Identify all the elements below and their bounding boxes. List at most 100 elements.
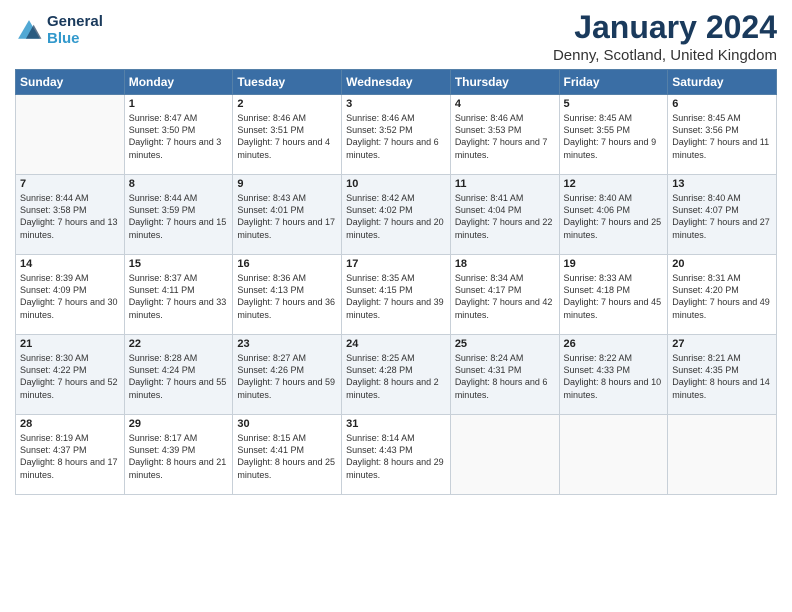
calendar-cell: 9 Sunrise: 8:43 AMSunset: 4:01 PMDayligh…: [233, 175, 342, 255]
week-row-2: 7 Sunrise: 8:44 AMSunset: 3:58 PMDayligh…: [16, 175, 777, 255]
cell-content: Sunrise: 8:15 AMSunset: 4:41 PMDaylight:…: [237, 432, 337, 481]
calendar-cell: 15 Sunrise: 8:37 AMSunset: 4:11 PMDaylig…: [124, 255, 233, 335]
header: General Blue January 2024 Denny, Scotlan…: [15, 10, 777, 64]
calendar-cell: 28 Sunrise: 8:19 AMSunset: 4:37 PMDaylig…: [16, 415, 125, 495]
day-number: 10: [346, 178, 446, 190]
cell-content: Sunrise: 8:35 AMSunset: 4:15 PMDaylight:…: [346, 272, 446, 321]
week-row-3: 14 Sunrise: 8:39 AMSunset: 4:09 PMDaylig…: [16, 255, 777, 335]
calendar-cell: [450, 415, 559, 495]
cell-content: Sunrise: 8:22 AMSunset: 4:33 PMDaylight:…: [564, 352, 664, 401]
cell-content: Sunrise: 8:36 AMSunset: 4:13 PMDaylight:…: [237, 272, 337, 321]
calendar-cell: 23 Sunrise: 8:27 AMSunset: 4:26 PMDaylig…: [233, 335, 342, 415]
day-number: 3: [346, 98, 446, 110]
page-container: General Blue January 2024 Denny, Scotlan…: [0, 0, 792, 505]
day-number: 26: [564, 338, 664, 350]
cell-content: Sunrise: 8:40 AMSunset: 4:06 PMDaylight:…: [564, 192, 664, 241]
day-number: 2: [237, 98, 337, 110]
cell-content: Sunrise: 8:47 AMSunset: 3:50 PMDaylight:…: [129, 112, 229, 161]
cell-content: Sunrise: 8:28 AMSunset: 4:24 PMDaylight:…: [129, 352, 229, 401]
day-number: 9: [237, 178, 337, 190]
cell-content: Sunrise: 8:17 AMSunset: 4:39 PMDaylight:…: [129, 432, 229, 481]
day-number: 13: [672, 178, 772, 190]
calendar-cell: 30 Sunrise: 8:15 AMSunset: 4:41 PMDaylig…: [233, 415, 342, 495]
cell-content: Sunrise: 8:21 AMSunset: 4:35 PMDaylight:…: [672, 352, 772, 401]
cell-content: Sunrise: 8:39 AMSunset: 4:09 PMDaylight:…: [20, 272, 120, 321]
day-header-saturday: Saturday: [668, 70, 777, 95]
calendar-cell: 31 Sunrise: 8:14 AMSunset: 4:43 PMDaylig…: [342, 415, 451, 495]
day-header-friday: Friday: [559, 70, 668, 95]
cell-content: Sunrise: 8:24 AMSunset: 4:31 PMDaylight:…: [455, 352, 555, 401]
day-number: 31: [346, 418, 446, 430]
day-number: 25: [455, 338, 555, 350]
cell-content: Sunrise: 8:25 AMSunset: 4:28 PMDaylight:…: [346, 352, 446, 401]
header-row: SundayMondayTuesdayWednesdayThursdayFrid…: [16, 70, 777, 95]
day-number: 20: [672, 258, 772, 270]
day-number: 29: [129, 418, 229, 430]
day-header-wednesday: Wednesday: [342, 70, 451, 95]
day-number: 28: [20, 418, 120, 430]
calendar-cell: 6 Sunrise: 8:45 AMSunset: 3:56 PMDayligh…: [668, 95, 777, 175]
cell-content: Sunrise: 8:44 AMSunset: 3:59 PMDaylight:…: [129, 192, 229, 241]
cell-content: Sunrise: 8:37 AMSunset: 4:11 PMDaylight:…: [129, 272, 229, 321]
day-header-thursday: Thursday: [450, 70, 559, 95]
calendar-cell: 21 Sunrise: 8:30 AMSunset: 4:22 PMDaylig…: [16, 335, 125, 415]
day-number: 17: [346, 258, 446, 270]
calendar-cell: 22 Sunrise: 8:28 AMSunset: 4:24 PMDaylig…: [124, 335, 233, 415]
cell-content: Sunrise: 8:46 AMSunset: 3:51 PMDaylight:…: [237, 112, 337, 161]
cell-content: Sunrise: 8:19 AMSunset: 4:37 PMDaylight:…: [20, 432, 120, 481]
calendar-cell: 13 Sunrise: 8:40 AMSunset: 4:07 PMDaylig…: [668, 175, 777, 255]
cell-content: Sunrise: 8:34 AMSunset: 4:17 PMDaylight:…: [455, 272, 555, 321]
logo: General Blue: [15, 14, 103, 47]
cell-content: Sunrise: 8:30 AMSunset: 4:22 PMDaylight:…: [20, 352, 120, 401]
day-number: 16: [237, 258, 337, 270]
cell-content: Sunrise: 8:46 AMSunset: 3:52 PMDaylight:…: [346, 112, 446, 161]
calendar-cell: 5 Sunrise: 8:45 AMSunset: 3:55 PMDayligh…: [559, 95, 668, 175]
day-number: 4: [455, 98, 555, 110]
day-number: 6: [672, 98, 772, 110]
day-number: 11: [455, 178, 555, 190]
calendar-table: SundayMondayTuesdayWednesdayThursdayFrid…: [15, 69, 777, 495]
cell-content: Sunrise: 8:42 AMSunset: 4:02 PMDaylight:…: [346, 192, 446, 241]
cell-content: Sunrise: 8:31 AMSunset: 4:20 PMDaylight:…: [672, 272, 772, 321]
calendar-cell: 20 Sunrise: 8:31 AMSunset: 4:20 PMDaylig…: [668, 255, 777, 335]
logo-text: General Blue: [47, 14, 103, 47]
logo-general: General: [47, 13, 103, 30]
calendar-cell: 27 Sunrise: 8:21 AMSunset: 4:35 PMDaylig…: [668, 335, 777, 415]
day-number: 22: [129, 338, 229, 350]
calendar-cell: 26 Sunrise: 8:22 AMSunset: 4:33 PMDaylig…: [559, 335, 668, 415]
location: Denny, Scotland, United Kingdom: [553, 47, 777, 64]
calendar-cell: 29 Sunrise: 8:17 AMSunset: 4:39 PMDaylig…: [124, 415, 233, 495]
day-number: 19: [564, 258, 664, 270]
calendar-cell: 17 Sunrise: 8:35 AMSunset: 4:15 PMDaylig…: [342, 255, 451, 335]
day-number: 15: [129, 258, 229, 270]
calendar-cell: 4 Sunrise: 8:46 AMSunset: 3:53 PMDayligh…: [450, 95, 559, 175]
calendar-cell: [16, 95, 125, 175]
title-block: January 2024 Denny, Scotland, United Kin…: [553, 10, 777, 64]
day-number: 5: [564, 98, 664, 110]
calendar-cell: 25 Sunrise: 8:24 AMSunset: 4:31 PMDaylig…: [450, 335, 559, 415]
week-row-4: 21 Sunrise: 8:30 AMSunset: 4:22 PMDaylig…: [16, 335, 777, 415]
day-number: 14: [20, 258, 120, 270]
day-header-tuesday: Tuesday: [233, 70, 342, 95]
calendar-cell: [559, 415, 668, 495]
logo-blue: Blue: [47, 30, 80, 47]
calendar-cell: [668, 415, 777, 495]
calendar-cell: 14 Sunrise: 8:39 AMSunset: 4:09 PMDaylig…: [16, 255, 125, 335]
month-title: January 2024: [553, 10, 777, 45]
day-number: 7: [20, 178, 120, 190]
cell-content: Sunrise: 8:40 AMSunset: 4:07 PMDaylight:…: [672, 192, 772, 241]
cell-content: Sunrise: 8:27 AMSunset: 4:26 PMDaylight:…: [237, 352, 337, 401]
cell-content: Sunrise: 8:33 AMSunset: 4:18 PMDaylight:…: [564, 272, 664, 321]
cell-content: Sunrise: 8:46 AMSunset: 3:53 PMDaylight:…: [455, 112, 555, 161]
calendar-cell: 7 Sunrise: 8:44 AMSunset: 3:58 PMDayligh…: [16, 175, 125, 255]
calendar-cell: 12 Sunrise: 8:40 AMSunset: 4:06 PMDaylig…: [559, 175, 668, 255]
cell-content: Sunrise: 8:45 AMSunset: 3:56 PMDaylight:…: [672, 112, 772, 161]
day-number: 12: [564, 178, 664, 190]
calendar-cell: 19 Sunrise: 8:33 AMSunset: 4:18 PMDaylig…: [559, 255, 668, 335]
cell-content: Sunrise: 8:41 AMSunset: 4:04 PMDaylight:…: [455, 192, 555, 241]
day-number: 1: [129, 98, 229, 110]
week-row-1: 1 Sunrise: 8:47 AMSunset: 3:50 PMDayligh…: [16, 95, 777, 175]
calendar-cell: 2 Sunrise: 8:46 AMSunset: 3:51 PMDayligh…: [233, 95, 342, 175]
day-number: 24: [346, 338, 446, 350]
cell-content: Sunrise: 8:14 AMSunset: 4:43 PMDaylight:…: [346, 432, 446, 481]
